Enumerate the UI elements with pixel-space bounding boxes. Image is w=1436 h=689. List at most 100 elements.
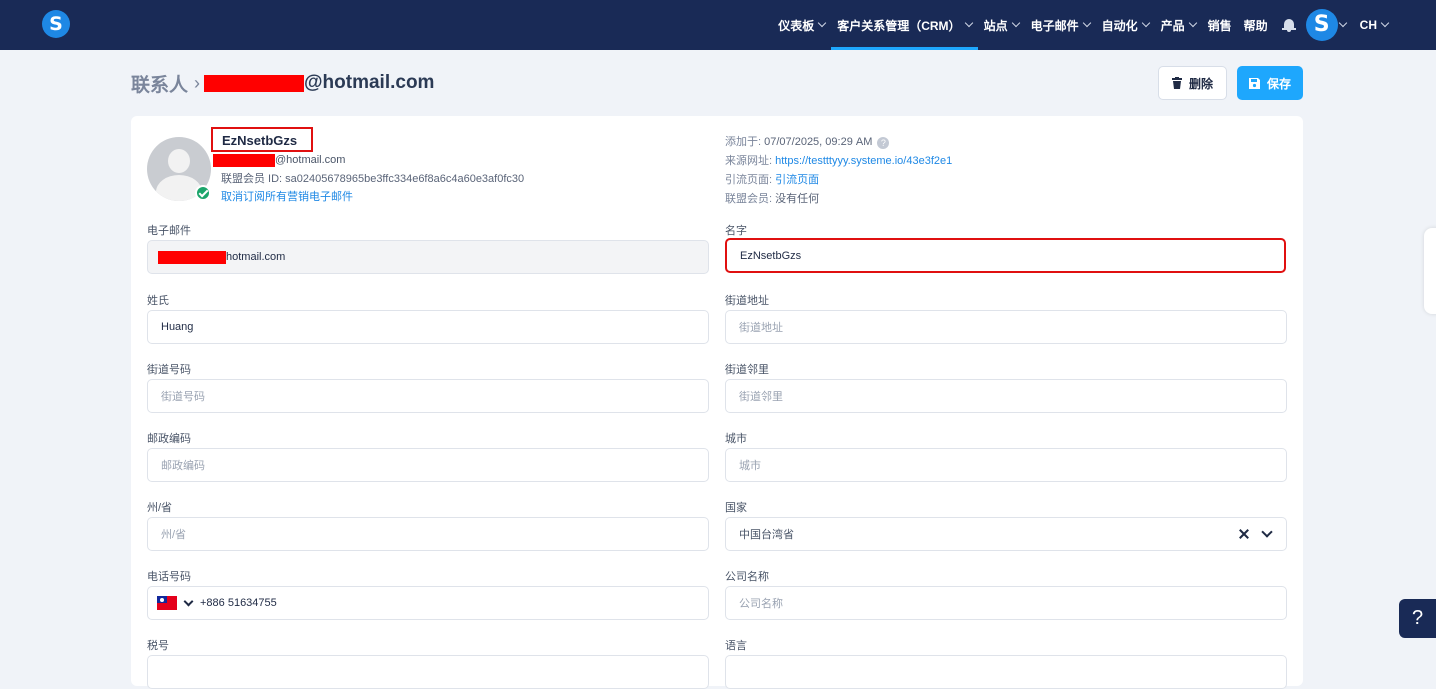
neighborhood-field[interactable]: 街道邻里 [725,379,1287,413]
neighborhood-label: 街道邻里 [725,364,769,376]
taiwan-flag-icon [157,596,177,610]
unsubscribe-link[interactable]: 取消订阅所有营销电子邮件 [221,188,353,204]
tax-label: 税号 [147,640,169,652]
chevron-down-icon[interactable] [1261,526,1273,538]
language-select[interactable] [725,655,1287,689]
breadcrumb-contact-email: @hotmail.com [304,72,435,93]
chevron-down-icon [1141,18,1150,28]
chevron-down-icon [183,596,194,606]
language-switcher[interactable]: CH [1350,0,1436,50]
contact-email: @hotmail.com [213,153,345,167]
chevron-down-icon [1380,18,1390,28]
app-logo[interactable]: S [42,10,70,38]
help-button[interactable]: ? [1399,599,1436,638]
street-number-field[interactable]: 街道号码 [147,379,709,413]
nav-item-label: 站点 [983,18,1008,33]
affiliate-id: 联盟会员 ID: sa02405678965be3ffc334e6f8a6c4a… [221,173,525,185]
meta-label: 联盟会员: [725,193,773,205]
breadcrumb: 联系人 › @hotmail.com [131,70,434,96]
avatar-menu-toggle[interactable] [1338,0,1350,50]
meta-label: 添加于: [725,136,762,148]
floppy-disk-icon [1248,77,1260,89]
postcode-label: 邮政编码 [147,433,191,445]
country-select[interactable]: 中国台湾省 [725,517,1287,551]
nav-item-label: 电子邮件 [1030,18,1079,33]
help-tooltip-icon[interactable]: ? [877,137,890,149]
nav-item-sales[interactable]: 销售 [1202,0,1238,50]
meta-ref: 引流页面: 引流页面 [725,171,819,187]
first-name-label: 名字 [725,225,747,237]
bell-icon[interactable] [1281,18,1296,32]
language-label: 语言 [725,640,747,652]
street-address-field[interactable]: 街道地址 [725,310,1287,344]
email-label: 电子邮件 [147,225,191,237]
first-name-field[interactable]: EzNsetbGzs [725,238,1286,273]
email-value: hotmail.com [226,251,286,263]
top-navigation: S 仪表板 客户关系管理（CRM） 站点 电子邮件 自动化 产品 销售 帮助 S… [0,0,1436,50]
user-avatar[interactable]: S [1305,9,1338,41]
breadcrumb-contacts-link[interactable]: 联系人 [131,70,188,97]
nav-item-label: 帮助 [1243,18,1268,33]
redaction-block [204,74,305,92]
language-label: CH [1359,18,1377,32]
state-label: 州/省 [147,502,173,514]
company-label: 公司名称 [725,571,769,583]
country-label: 国家 [725,502,747,514]
save-label: 保存 [1266,76,1291,91]
country-code-picker[interactable] [157,596,194,610]
ref-page-link[interactable]: 引流页面 [775,174,819,186]
postcode-field[interactable]: 邮政编码 [147,448,709,482]
email-field[interactable]: hotmail.com [147,240,709,274]
meta-affiliate: 联盟会员: 没有任何 [725,190,819,206]
nav-item-label: 自动化 [1101,18,1138,33]
nav-menu: 仪表板 客户关系管理（CRM） 站点 电子邮件 自动化 产品 销售 帮助 S C… [772,0,1436,50]
last-name-label: 姓氏 [147,295,169,307]
nav-item-sites[interactable]: 站点 [978,0,1025,50]
nav-item-products[interactable]: 产品 [1155,0,1202,50]
city-label: 城市 [725,433,747,445]
contact-email-suffix: @hotmail.com [275,154,346,166]
street-number-label: 街道号码 [147,364,191,376]
clear-icon[interactable] [1238,528,1250,540]
nav-item-label: 销售 [1207,18,1232,33]
side-panel-handle[interactable] [1424,228,1436,314]
street-address-label: 街道地址 [725,295,769,307]
source-url-link[interactable]: https://testttyyy.systeme.io/43e3f2e1 [775,155,952,167]
save-button[interactable]: 保存 [1237,66,1303,100]
chevron-down-icon [964,18,973,28]
nav-item-crm[interactable]: 客户关系管理（CRM） [831,0,978,50]
redaction-block [158,250,226,264]
meta-added: 添加于: 07/07/2025, 09:29 AM? [725,133,890,149]
trash-icon [1171,77,1182,89]
nav-item-label: 产品 [1160,18,1185,33]
meta-label: 引流页面: [725,174,773,186]
meta-value: 没有任何 [775,193,820,205]
nav-item-dashboard[interactable]: 仪表板 [772,0,831,50]
meta-source: 来源网址: https://testttyyy.systeme.io/43e3f… [725,152,952,168]
verified-check-icon [195,185,211,201]
company-field[interactable]: 公司名称 [725,586,1287,620]
delete-label: 删除 [1188,76,1213,91]
nav-item-label: 仪表板 [778,18,815,33]
last-name-field[interactable]: Huang [147,310,709,344]
redaction-block [213,153,275,167]
city-field[interactable]: 城市 [725,448,1287,482]
chevron-down-icon [1011,18,1020,28]
meta-value: 07/07/2025, 09:29 AM [764,136,873,148]
nav-item-automation[interactable]: 自动化 [1096,0,1155,50]
chevron-down-icon [1188,18,1197,28]
delete-button[interactable]: 删除 [1158,66,1227,100]
meta-label: 来源网址: [725,155,773,167]
country-value: 中国台湾省 [739,529,794,541]
chevron-down-icon [817,18,827,28]
phone-field[interactable]: +886 51634755 [147,586,709,620]
nav-item-email[interactable]: 电子邮件 [1025,0,1096,50]
tax-field[interactable] [147,655,709,689]
chevron-down-icon [1338,18,1347,28]
phone-label: 电话号码 [147,571,191,583]
contact-name: EzNsetbGzs [211,127,313,152]
phone-value: +886 51634755 [200,597,277,609]
nav-item-help[interactable]: 帮助 [1238,0,1274,50]
state-field[interactable]: 州/省 [147,517,709,551]
nav-item-label: 客户关系管理（CRM） [837,18,961,33]
